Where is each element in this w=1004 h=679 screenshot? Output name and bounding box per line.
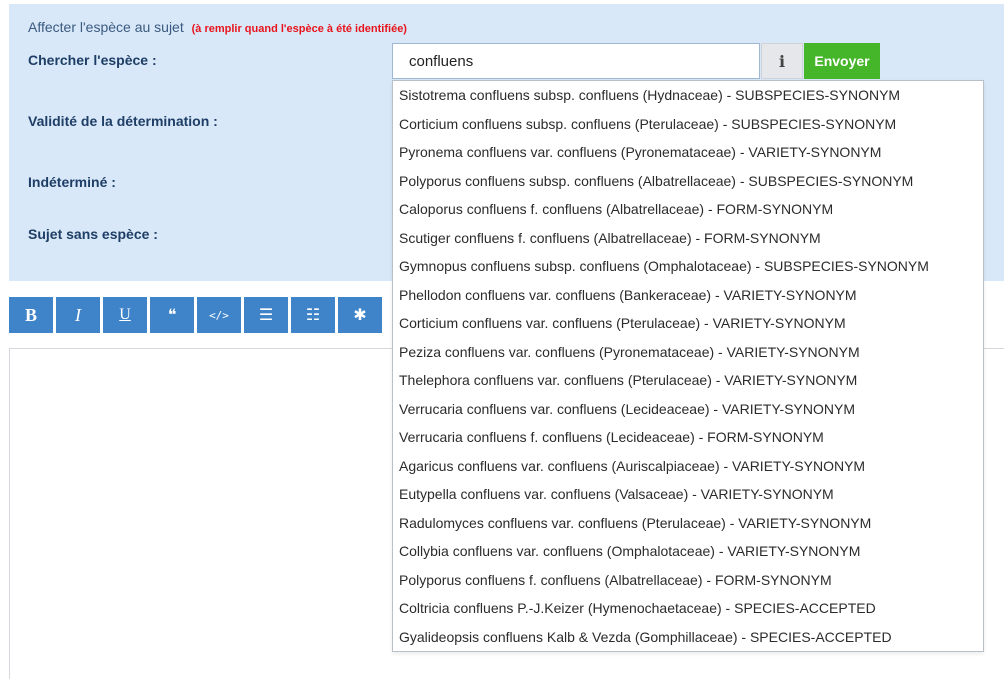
info-button[interactable]: i [761, 43, 803, 79]
suggestion-item[interactable]: Agaricus confluens var. confluens (Auris… [393, 452, 983, 481]
suggestion-item[interactable]: Pyronema confluens var. confluens (Pyron… [393, 138, 983, 167]
suggestion-item[interactable]: Corticium confluens var. confluens (Pter… [393, 309, 983, 338]
editor-toolbar: B I U ❝ </> ☰ ☷ ✱ [9, 297, 382, 333]
code-button[interactable]: </> [197, 297, 241, 333]
bold-button[interactable]: B [9, 297, 53, 333]
asterisk-button[interactable]: ✱ [338, 297, 382, 333]
numbered-list-button[interactable]: ☷ [291, 297, 335, 333]
species-search-box [392, 43, 760, 79]
panel-title-text: Affecter l'espèce au sujet [28, 19, 184, 35]
panel-title: Affecter l'espèce au sujet (à remplir qu… [28, 19, 407, 35]
bullet-list-button[interactable]: ☰ [244, 297, 288, 333]
suggestion-item[interactable]: Polyporus confluens subsp. confluens (Al… [393, 167, 983, 196]
suggestion-item[interactable]: Collybia confluens var. confluens (Ompha… [393, 537, 983, 566]
suggestion-item[interactable]: Peziza confluens var. confluens (Pyronem… [393, 338, 983, 367]
suggestion-item[interactable]: Polyporus confluens f. confluens (Albatr… [393, 566, 983, 595]
suggestion-item[interactable]: Coltricia confluens P.-J.Keizer (Hymenoc… [393, 594, 983, 623]
asterisk-icon: ✱ [353, 307, 367, 324]
underline-button[interactable]: U [103, 297, 147, 333]
numbered-list-icon: ☷ [305, 307, 321, 324]
undetermined-label: Indéterminé : [28, 174, 116, 190]
suggestion-item[interactable]: Caloporus confluens f. confluens (Albatr… [393, 195, 983, 224]
species-search-input[interactable] [393, 44, 759, 78]
no-species-label: Sujet sans espèce : [28, 226, 158, 242]
suggestion-item[interactable]: Radulomyces confluens var. confluens (Pt… [393, 509, 983, 538]
suggestion-item[interactable]: Verrucaria confluens f. confluens (Lecid… [393, 423, 983, 452]
suggestion-item[interactable]: Eutypella confluens var. confluens (Vals… [393, 480, 983, 509]
info-icon: i [778, 51, 786, 71]
panel-warning: (à remplir quand l'espèce à été identifi… [191, 23, 407, 35]
bullet-list-icon: ☰ [258, 307, 274, 324]
italic-button[interactable]: I [56, 297, 100, 333]
suggestion-item[interactable]: Verrucaria confluens var. confluens (Lec… [393, 395, 983, 424]
suggestion-item[interactable]: Thelephora confluens var. confluens (Pte… [393, 366, 983, 395]
suggestion-item[interactable]: Corticium confluens subsp. confluens (Pt… [393, 110, 983, 139]
search-species-label: Chercher l'espèce : [28, 52, 157, 68]
suggestion-item[interactable]: Phellodon confluens var. confluens (Bank… [393, 281, 983, 310]
suggestion-item[interactable]: Sistotrema confluens subsp. confluens (H… [393, 81, 983, 110]
species-suggestions-dropdown: Sistotrema confluens subsp. confluens (H… [392, 80, 984, 652]
suggestion-item[interactable]: Gyalideopsis confluens Kalb & Vezda (Gom… [393, 623, 983, 652]
suggestion-item[interactable]: Gymnopus confluens subsp. confluens (Omp… [393, 252, 983, 281]
send-button[interactable]: Envoyer [804, 43, 880, 79]
code-icon: </> [209, 308, 229, 322]
quote-button[interactable]: ❝ [150, 297, 194, 333]
suggestion-item[interactable]: Scutiger confluens f. confluens (Albatre… [393, 224, 983, 253]
validity-label: Validité de la détermination : [28, 113, 218, 129]
quote-icon: ❝ [167, 307, 177, 324]
